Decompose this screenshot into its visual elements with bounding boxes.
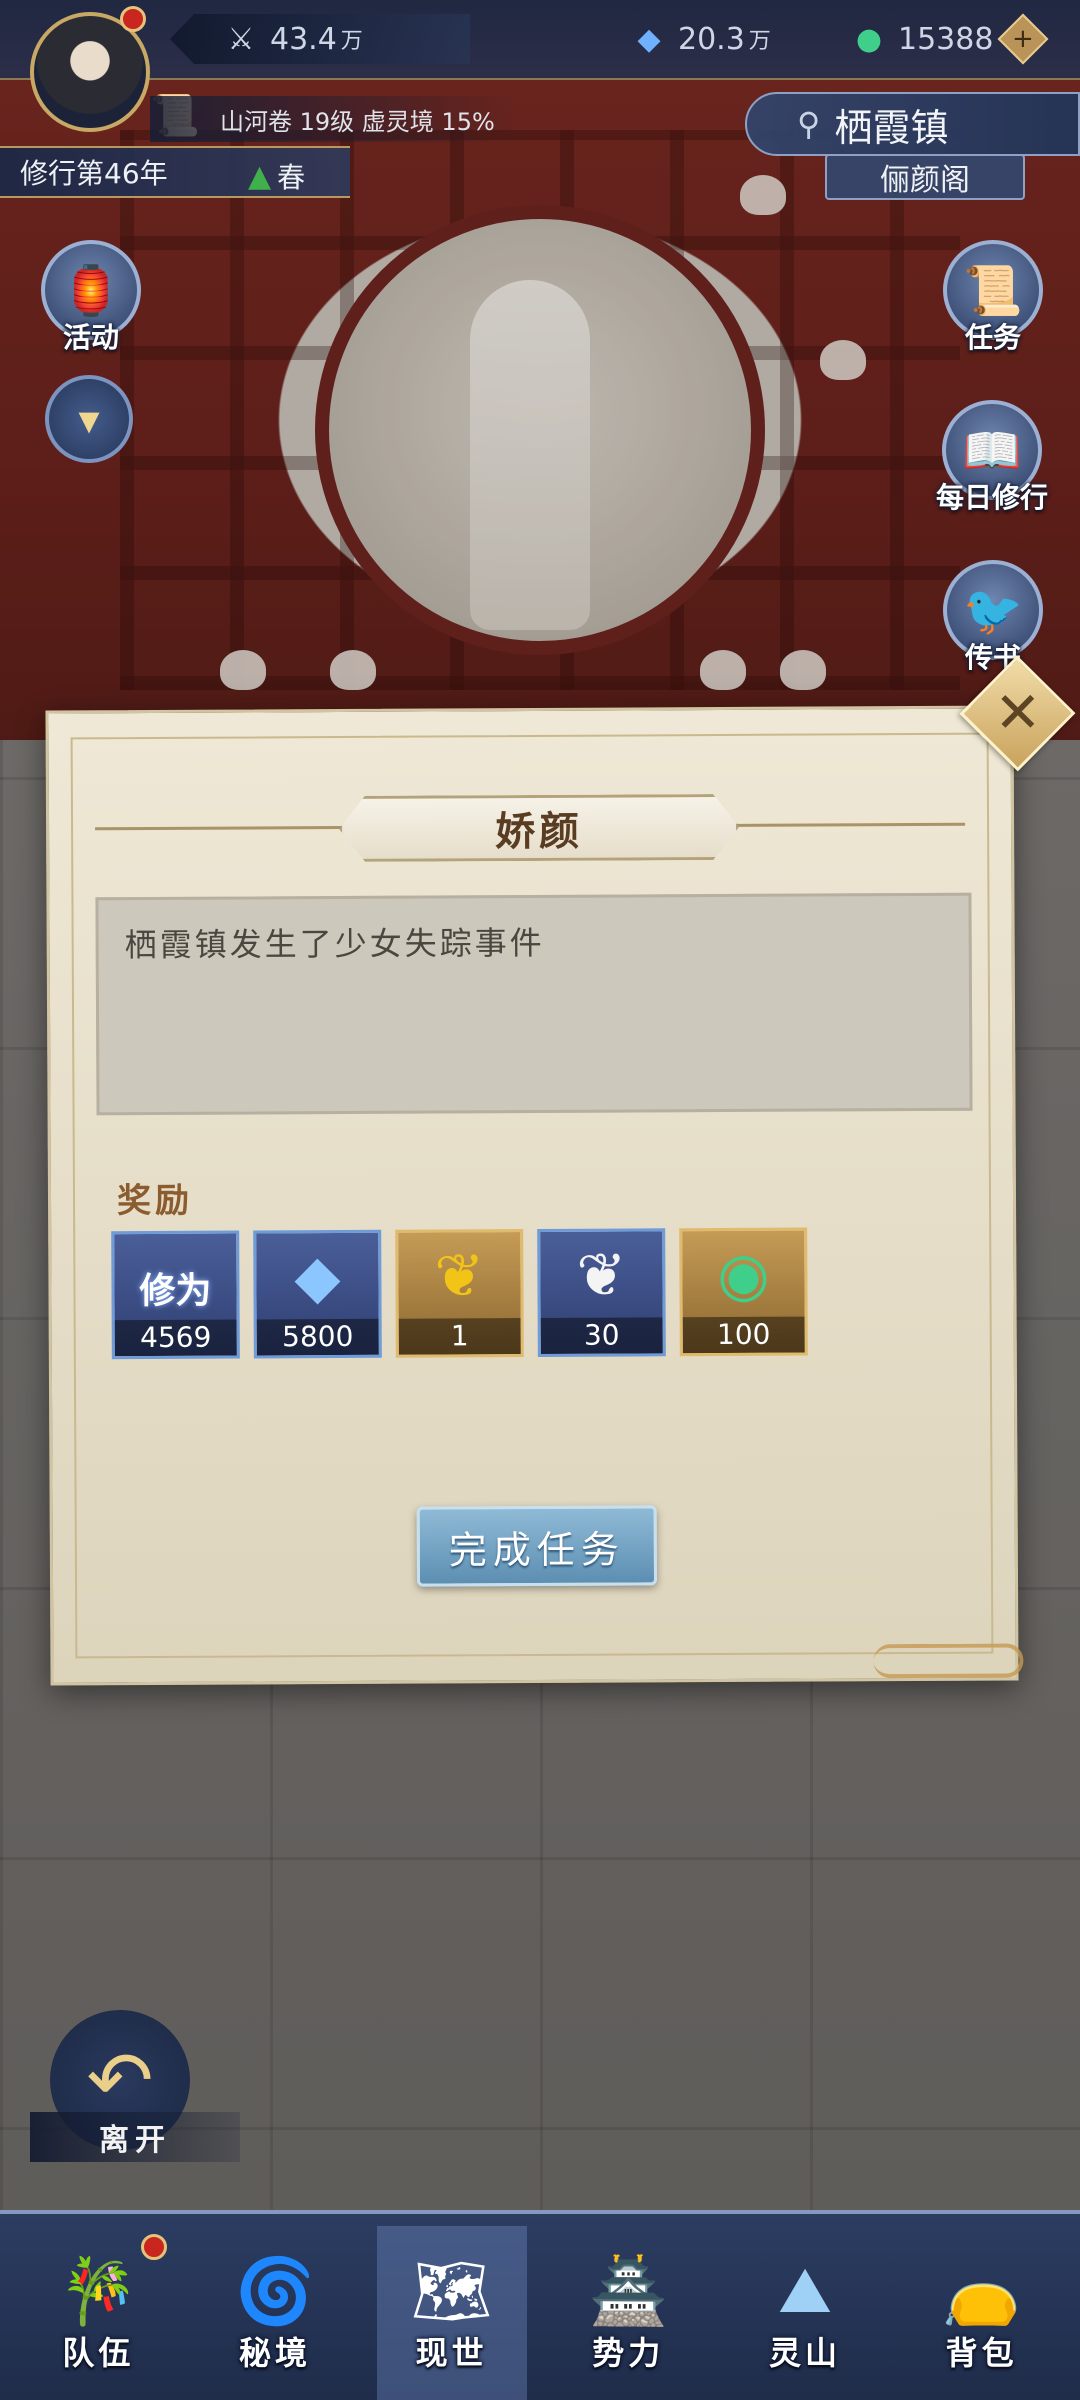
nav-team[interactable]: 🎋 队伍: [23, 2226, 173, 2400]
reward-label: 奖励: [116, 1180, 194, 1222]
chevron-down-icon: ▾: [78, 394, 100, 444]
dialog-title: 娇颜: [339, 794, 739, 862]
close-icon: ✕: [993, 680, 1042, 746]
notification-dot: [141, 2234, 168, 2260]
task-dialog: 娇颜 ✕ 栖霞镇发生了少女失踪事件 奖励 修为 4569 ◆ 5800 ❦ 1 …: [45, 655, 1076, 1686]
crystal-icon: ◆: [637, 21, 661, 57]
place-location[interactable]: 俪颜阁: [825, 154, 1025, 200]
nav-secret-realm[interactable]: 🌀 秘境: [200, 2226, 350, 2400]
reward-item-cultivation[interactable]: 修为 4569: [111, 1230, 240, 1360]
gold-ginkgo-icon: ❦: [434, 1241, 485, 1312]
nav-spirit-mountain[interactable]: ⛰ 灵山: [730, 2226, 880, 2400]
reward-item-silver-ginkgo[interactable]: ❦ 30: [537, 1228, 666, 1357]
power-counter: ⚔ 43.4 万: [170, 14, 470, 64]
nav-world[interactable]: 🗺 现世: [376, 2226, 527, 2400]
notification-dot: [120, 6, 146, 32]
scroll-level-info[interactable]: 山河卷 19级 虚灵境 15%: [150, 96, 515, 142]
nav-bag[interactable]: 👝 背包: [907, 2226, 1057, 2400]
silver-ginkgo-icon: ❦: [576, 1240, 627, 1311]
cultivation-year: 修行第46年: [20, 157, 168, 190]
reward-item-jade-pendant[interactable]: ◉ 100: [679, 1227, 808, 1357]
task-button[interactable]: 📜 任务: [928, 240, 1058, 370]
jade-counter: ● 15388 +: [850, 13, 1060, 65]
bottom-navigation: 🎋 队伍 🌀 秘境 🗺 现世 🏯 势力 ⛰ 灵山 👝 背包: [0, 2210, 1080, 2400]
plus-icon: +: [1012, 23, 1035, 54]
city-location[interactable]: ⚲ 栖霞镇: [745, 92, 1080, 156]
daily-cultivation-button[interactable]: 📖 每日修行: [912, 400, 1072, 530]
complete-task-button[interactable]: 完成任务: [416, 1505, 658, 1587]
crystal-icon: ◆: [294, 1242, 341, 1313]
cloud-swirl-ornament: [873, 1643, 1024, 1679]
cultivation-year-bar: 修行第46年 ▲ 春: [0, 146, 350, 198]
pine-tree-icon: ▲: [248, 158, 272, 194]
reward-list: 修为 4569 ◆ 5800 ❦ 1 ❦ 30 ◉ 100: [111, 1227, 808, 1360]
location-pin-icon: ⚲: [797, 105, 821, 143]
power-icon: ⚔: [227, 21, 255, 57]
leave-button[interactable]: ↶ 离开: [30, 2000, 240, 2170]
jade-icon: ●: [855, 21, 883, 57]
nav-faction[interactable]: 🏯 势力: [553, 2226, 703, 2400]
expand-menu-button[interactable]: ▾: [45, 375, 133, 463]
crystal-counter: ◆ 20.3 万: [630, 14, 815, 64]
reward-item-crystal[interactable]: ◆ 5800: [253, 1229, 382, 1359]
task-description: 栖霞镇发生了少女失踪事件: [95, 892, 973, 1116]
letter-button[interactable]: 🐦 传书: [928, 560, 1058, 690]
add-jade-button[interactable]: +: [997, 13, 1049, 65]
reward-item-gold-ginkgo[interactable]: ❦ 1: [395, 1229, 524, 1358]
jade-pendant-icon: ◉: [717, 1239, 770, 1311]
activity-button[interactable]: 🏮 活动: [26, 240, 156, 370]
season-indicator: ▲ 春: [248, 158, 306, 195]
